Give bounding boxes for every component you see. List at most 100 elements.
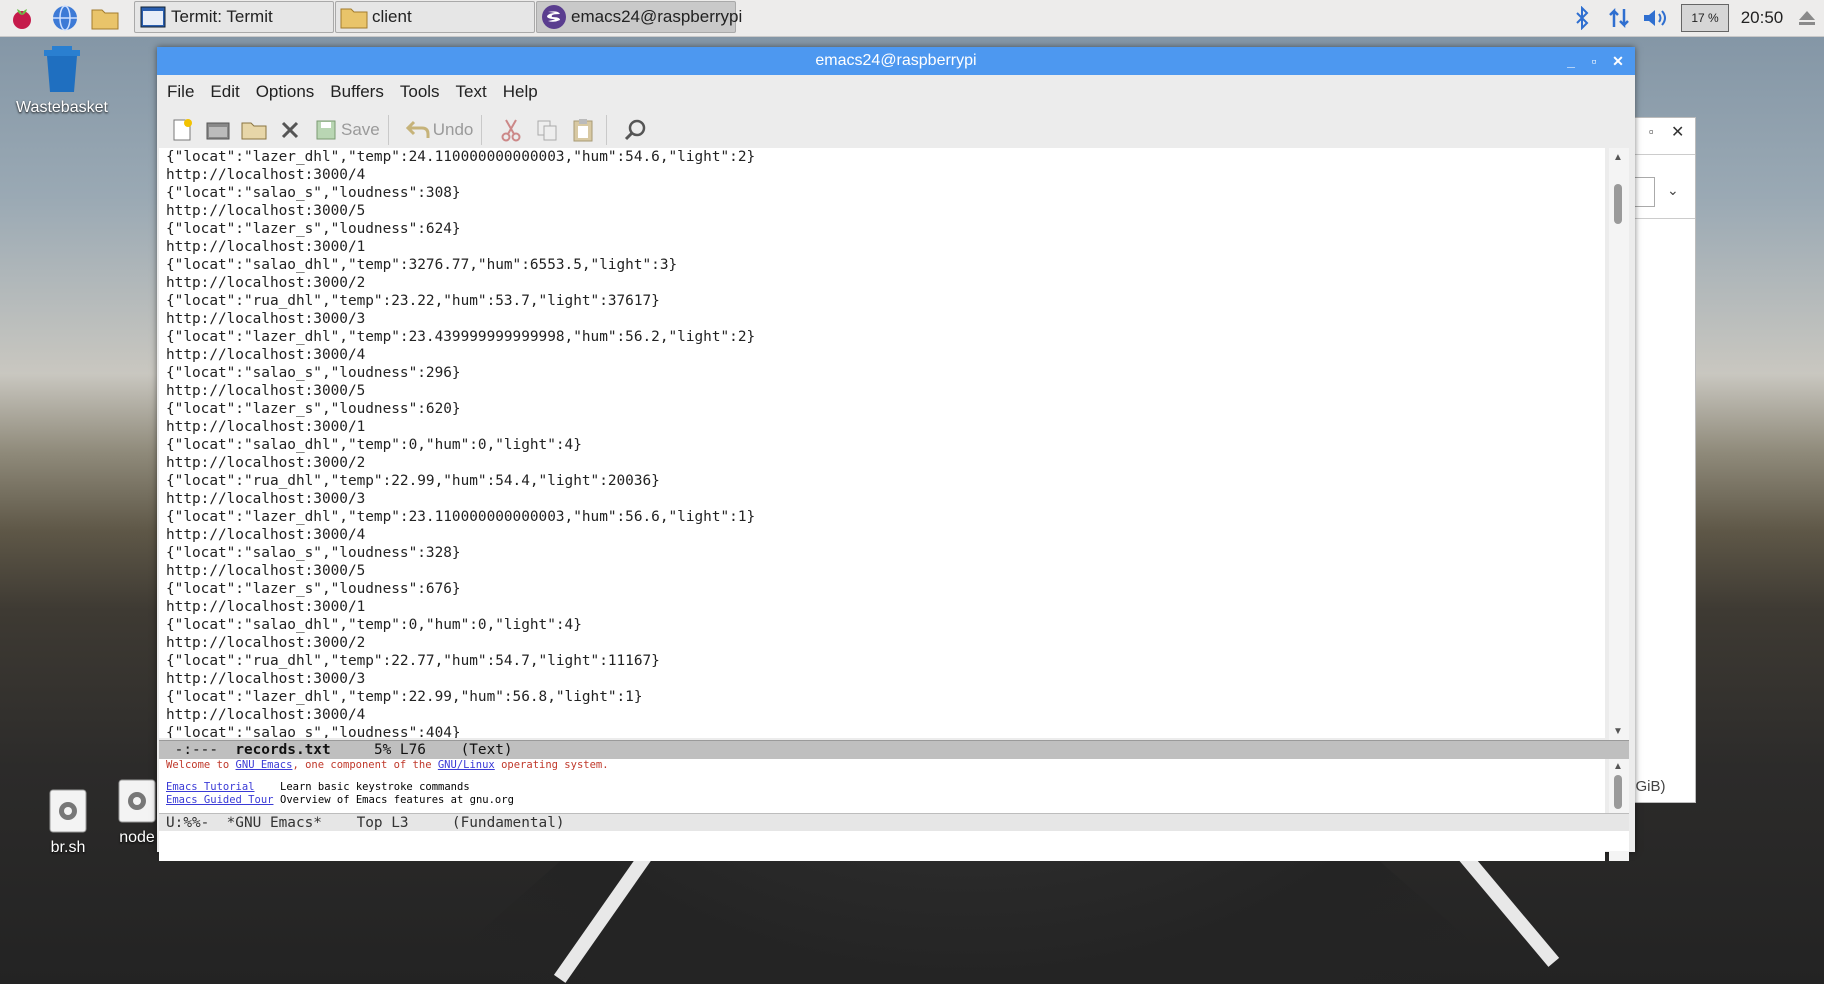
welcome-text: operating system. [494, 759, 609, 771]
buffer-line: http://localhost:3000/2 [166, 275, 366, 291]
buffer-line: http://localhost:3000/1 [166, 599, 366, 615]
scroll-down-icon[interactable]: ▼ [1613, 726, 1623, 737]
copy-button[interactable] [532, 113, 562, 147]
cpu-usage-label: 17 % [1681, 4, 1729, 32]
menu-bar: File Edit Options Buffers Tools Text Hel… [157, 75, 1635, 109]
node-desktop-icon[interactable]: node [114, 778, 160, 847]
new-file-button[interactable] [167, 113, 197, 147]
search-icon [621, 115, 651, 145]
menu-help[interactable]: Help [503, 82, 538, 102]
buffer-line: http://localhost:3000/4 [166, 527, 366, 543]
buffer-scrollbar[interactable]: ▲ ▼ [1609, 148, 1629, 742]
undo-icon [403, 115, 433, 145]
buffer-line: {"locat":"salao_dhl","temp":0,"hum":0,"l… [166, 617, 582, 633]
new-file-icon [167, 115, 197, 145]
folder-icon [239, 115, 269, 145]
clipboard-icon [568, 115, 598, 145]
close-buffer-button[interactable] [275, 113, 305, 147]
taskbar-item-label: emacs24@raspberrypi [571, 7, 743, 26]
close-icon[interactable]: ✕ [1608, 51, 1628, 71]
br-sh-desktop-icon[interactable]: br.sh [38, 788, 98, 857]
window-titlebar[interactable]: emacs24@raspberrypi _ ▫ ✕ [157, 47, 1635, 75]
taskbar-item-emacs[interactable]: emacs24@raspberrypi [536, 1, 742, 33]
buffer-line: http://localhost:3000/5 [166, 203, 366, 219]
cut-button[interactable] [496, 113, 526, 147]
help-link-desc: Learn basic keystroke commands [280, 781, 470, 793]
menu-edit[interactable]: Edit [210, 82, 239, 102]
buffer-line: http://localhost:3000/3 [166, 491, 366, 507]
web-browser-icon[interactable] [50, 3, 80, 33]
wastebasket-desktop-icon[interactable]: Wastebasket [12, 44, 112, 117]
scroll-up-icon[interactable]: ▲ [1613, 761, 1623, 772]
buffer-line: http://localhost:3000/2 [166, 635, 366, 651]
scrollbar-thumb[interactable] [1614, 184, 1622, 224]
network-icon[interactable] [1604, 0, 1634, 36]
gnu-linux-link[interactable]: GNU/Linux [438, 759, 495, 771]
buffer-line: {"locat":"salao_s","loudness":328} [166, 545, 461, 561]
help-link-row: Emacs Tutorial Learn basic keystroke comm… [159, 781, 1605, 794]
open-file-button[interactable] [203, 113, 233, 147]
buffer-line: {"locat":"lazer_dhl","temp":23.110000000… [166, 509, 756, 525]
buffer-line: {"locat":"lazer_dhl","temp":24.110000000… [166, 149, 756, 165]
toolbar-separator [606, 115, 608, 145]
folder-icon [340, 4, 368, 30]
save-button[interactable]: Save [311, 113, 380, 147]
buffer-line: http://localhost:3000/1 [166, 419, 366, 435]
scroll-up-icon[interactable]: ▲ [1613, 152, 1623, 163]
buffer-line: {"locat":"rua_dhl","temp":23.22,"hum":53… [166, 293, 660, 309]
mode-line-gnu-emacs[interactable]: U:%%- *GNU Emacs* Top L3 (Fundamental) [159, 813, 1629, 831]
bluetooth-icon[interactable] [1568, 0, 1596, 36]
search-button[interactable] [621, 113, 651, 147]
buffer-name: records.txt [235, 742, 331, 758]
buffer-line: {"locat":"rua_dhl","temp":22.99,"hum":54… [166, 473, 660, 489]
menu-tools[interactable]: Tools [400, 82, 440, 102]
taskbar-item-client[interactable]: client [335, 1, 535, 33]
save-label: Save [341, 120, 380, 139]
script-file-icon [49, 789, 87, 833]
buffer-line: {"locat":"salao_s","loudness":296} [166, 365, 461, 381]
buffer-text-area[interactable]: {"locat":"lazer_dhl","temp":24.110000000… [159, 148, 1605, 738]
buffer-line: http://localhost:3000/5 [166, 383, 366, 399]
maximize-icon[interactable]: ▫ [1649, 124, 1654, 139]
emacs-icon [541, 4, 567, 30]
open-directory-button[interactable] [239, 113, 269, 147]
buffer-line: {"locat":"lazer_dhl","temp":22.99,"hum":… [166, 689, 643, 705]
minimize-icon[interactable]: _ [1561, 51, 1581, 71]
echo-area [159, 831, 1629, 851]
toolbar-separator [387, 115, 389, 145]
paste-button[interactable] [568, 113, 598, 147]
undo-label: Undo [432, 120, 474, 139]
eject-icon[interactable] [1794, 0, 1820, 36]
clock[interactable]: 20:50 [1734, 0, 1790, 36]
close-icon[interactable]: ✕ [1671, 122, 1684, 142]
undo-button[interactable]: Undo [403, 113, 474, 147]
buffer-line: http://localhost:3000/3 [166, 671, 366, 687]
menu-file[interactable]: File [167, 82, 194, 102]
menu-text[interactable]: Text [456, 82, 487, 102]
mode-line-records[interactable]: -:--- records.txt 5% L76 (Text) [159, 740, 1629, 759]
maximize-icon[interactable]: ▫ [1584, 51, 1604, 71]
welcome-text: , one component of the [292, 759, 438, 771]
save-icon [311, 115, 341, 145]
taskbar-item-label: client [372, 7, 412, 26]
buffer-line: {"locat":"salao_dhl","temp":3276.77,"hum… [166, 257, 678, 273]
volume-icon[interactable] [1640, 0, 1672, 36]
file-manager-icon[interactable] [90, 3, 120, 33]
toolbar: Save Undo [157, 109, 1635, 151]
taskbar-item-termit[interactable]: Termit: Termit [134, 1, 334, 33]
emacs-tutorial-link[interactable]: Emacs Tutorial [166, 781, 280, 794]
scrollbar-thumb[interactable] [1614, 775, 1622, 809]
buffer-line: http://localhost:3000/4 [166, 167, 366, 183]
menu-options[interactable]: Options [256, 82, 315, 102]
chevron-down-icon[interactable]: ⌄ [1667, 182, 1679, 199]
gnu-emacs-link[interactable]: GNU Emacs [236, 759, 293, 771]
menu-buffers[interactable]: Buffers [330, 82, 384, 102]
open-file-icon [203, 115, 233, 145]
wastebasket-label: Wastebasket [16, 99, 108, 116]
terminal-icon [139, 4, 167, 30]
buffer-line: {"locat":"lazer_s","loudness":676} [166, 581, 461, 597]
script-file-icon [118, 779, 156, 823]
buffer-line: http://localhost:3000/4 [166, 347, 366, 363]
emacs-guided-tour-link[interactable]: Emacs Guided Tour [166, 794, 280, 807]
raspberry-menu-icon[interactable] [7, 3, 37, 33]
